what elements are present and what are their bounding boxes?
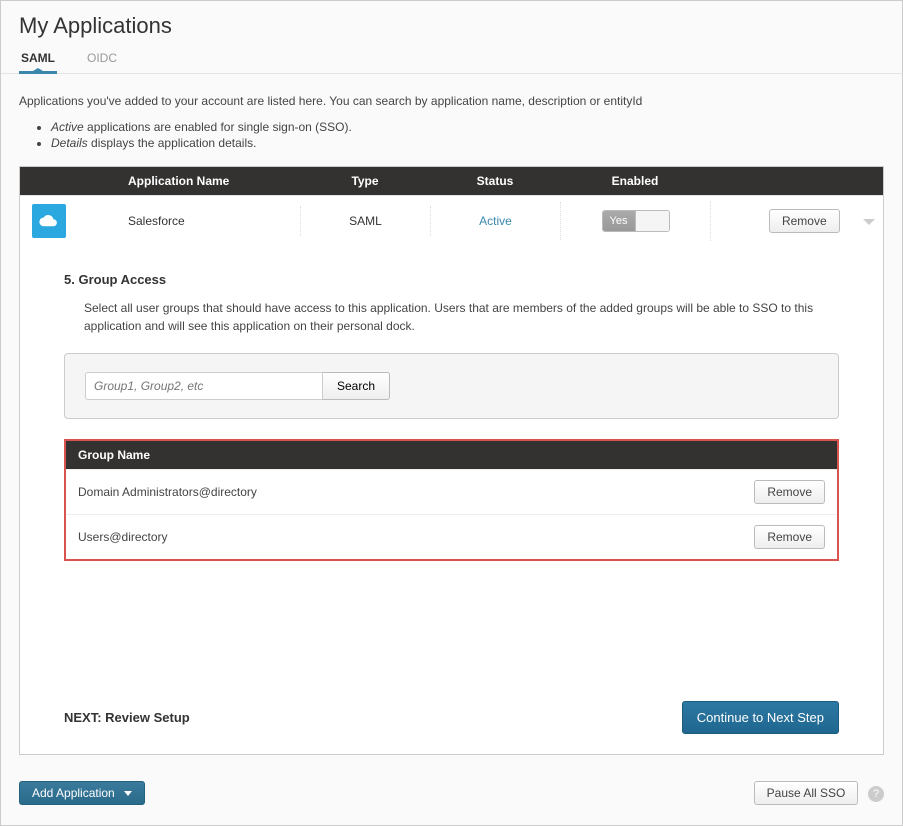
app-row: Salesforce SAML Active Yes Remove [20,195,883,246]
group-row: Users@directory Remove [66,514,837,559]
col-enabled: Enabled [560,167,710,195]
col-name: Application Name [120,167,300,195]
tabs: SAML OIDC [1,45,902,74]
next-label: NEXT: Review Setup [64,710,190,725]
help-icon[interactable]: ? [868,786,884,802]
remove-app-button[interactable]: Remove [769,209,840,233]
pause-sso-button[interactable]: Pause All SSO [754,781,859,805]
bullet-details: Details displays the application details… [51,136,884,150]
section-title: 5. Group Access [64,272,839,287]
add-application-label: Add Application [32,786,115,800]
enabled-toggle[interactable]: Yes [602,210,670,232]
remove-group-button[interactable]: Remove [754,525,825,549]
col-status: Status [430,167,560,195]
bullet-details-word: Details [51,136,88,150]
col-type: Type [300,167,430,195]
bullet-active-word: Active [51,120,84,134]
group-table-header: Group Name [66,441,837,469]
group-row: Domain Administrators@directory Remove [66,469,837,514]
toggle-knob [636,211,669,231]
expand-row-icon[interactable] [863,219,875,225]
continue-button[interactable]: Continue to Next Step [682,701,839,734]
app-icon [32,204,66,238]
intro-text: Applications you've added to your accoun… [1,74,902,114]
group-access-panel: 5. Group Access Select all user groups t… [20,246,883,754]
applications-table: Application Name Type Status Enabled Sal… [19,166,884,755]
toggle-yes-label: Yes [603,211,636,231]
cloud-icon [38,214,60,228]
step-footer: NEXT: Review Setup Continue to Next Step [64,701,839,734]
caret-down-icon [124,791,132,796]
remove-group-button[interactable]: Remove [754,480,825,504]
page-title: My Applications [1,1,902,45]
tab-saml[interactable]: SAML [19,45,57,73]
app-name: Salesforce [120,206,300,236]
group-table: Group Name Domain Administrators@directo… [64,439,839,561]
bullet-details-rest: displays the application details. [88,136,257,150]
app-table-header: Application Name Type Status Enabled [20,167,883,195]
section-desc: Select all user groups that should have … [64,299,839,353]
intro-bullets: Active applications are enabled for sing… [1,114,902,166]
bullet-active-rest: applications are enabled for single sign… [84,120,352,134]
bottom-bar: Add Application Pause All SSO ? [1,755,902,825]
group-search-input[interactable] [85,372,323,400]
add-application-button[interactable]: Add Application [19,781,145,805]
app-type: SAML [300,206,430,236]
app-status-link[interactable]: Active [479,214,512,228]
group-name: Users@directory [78,530,168,544]
group-search-button[interactable]: Search [323,372,390,400]
group-search-box: Search [64,353,839,419]
tab-oidc[interactable]: OIDC [85,45,119,73]
bullet-active: Active applications are enabled for sing… [51,120,884,134]
group-name: Domain Administrators@directory [78,485,257,499]
